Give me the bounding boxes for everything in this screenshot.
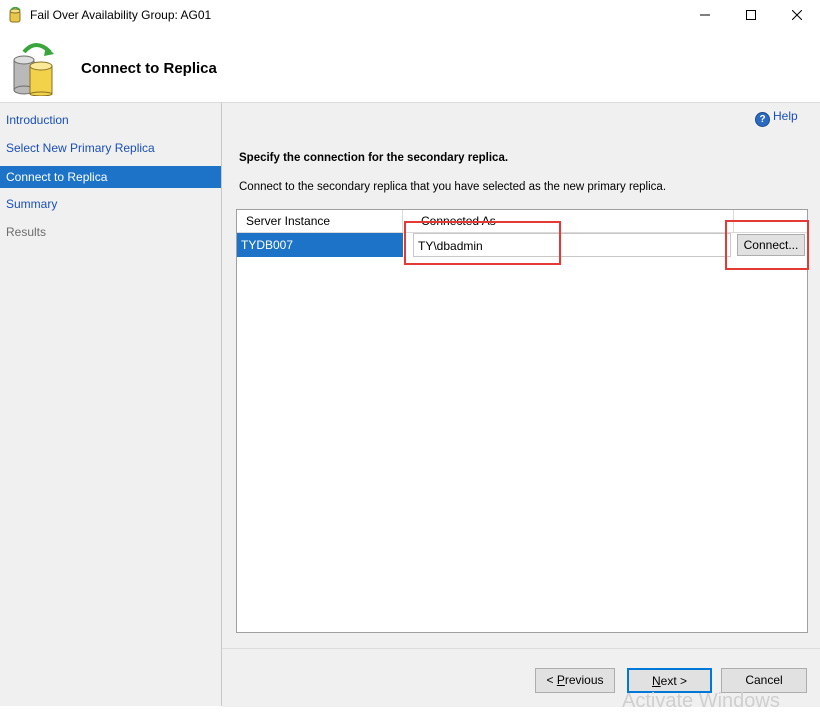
grid-header: Server Instance Connected As <box>237 210 807 233</box>
table-row[interactable]: TYDB007 TY\dbadmin Connect... <box>237 233 807 257</box>
column-header-action <box>734 210 807 232</box>
sidebar-item-introduction[interactable]: Introduction <box>0 109 221 131</box>
app-icon <box>9 7 21 23</box>
previous-label: revious <box>564 673 604 687</box>
sidebar-item-summary[interactable]: Summary <box>0 193 221 215</box>
page-title: Connect to Replica <box>81 60 217 77</box>
close-icon <box>792 10 802 20</box>
server-instance-cell[interactable]: TYDB007 <box>237 233 403 257</box>
maximize-button[interactable] <box>728 0 774 30</box>
window-title: Fail Over Availability Group: AG01 <box>30 8 212 22</box>
column-header-connected-as: Connected As <box>412 210 734 232</box>
column-header-server-instance: Server Instance <box>237 210 403 232</box>
help-label: Help <box>773 109 798 123</box>
section-heading: Specify the connection for the secondary… <box>239 152 509 164</box>
activation-watermark: Activate Windows <box>622 690 780 712</box>
next-hotkey: N <box>651 674 661 688</box>
connect-button[interactable]: Connect... <box>737 234 805 256</box>
previous-button[interactable]: < Previous <box>535 668 615 693</box>
close-button[interactable] <box>774 0 820 30</box>
sidebar-nav: Introduction Select New Primary Replica … <box>0 103 222 706</box>
page-header: Connect to Replica <box>0 30 820 103</box>
minimize-button[interactable] <box>682 0 728 30</box>
title-bar: Fail Over Availability Group: AG01 <box>0 0 820 30</box>
minimize-icon <box>700 14 710 16</box>
previous-hotkey: P <box>556 673 565 687</box>
previous-prefix: < <box>546 673 557 687</box>
section-description: Connect to the secondary replica that yo… <box>239 181 667 193</box>
help-link[interactable]: ? Help <box>755 109 798 127</box>
next-label: ext > <box>660 674 688 688</box>
database-failover-icon <box>13 43 54 96</box>
connected-as-field[interactable]: TY\dbadmin <box>413 233 731 257</box>
replica-grid: Server Instance Connected As TYDB007 TY\… <box>236 209 808 633</box>
sidebar-item-select-new-primary-replica[interactable]: Select New Primary Replica <box>0 137 221 159</box>
sidebar-item-results: Results <box>6 225 47 239</box>
sidebar-item-connect-to-replica[interactable]: Connect to Replica <box>0 166 221 188</box>
help-icon: ? <box>755 112 770 127</box>
maximize-icon <box>746 10 756 20</box>
